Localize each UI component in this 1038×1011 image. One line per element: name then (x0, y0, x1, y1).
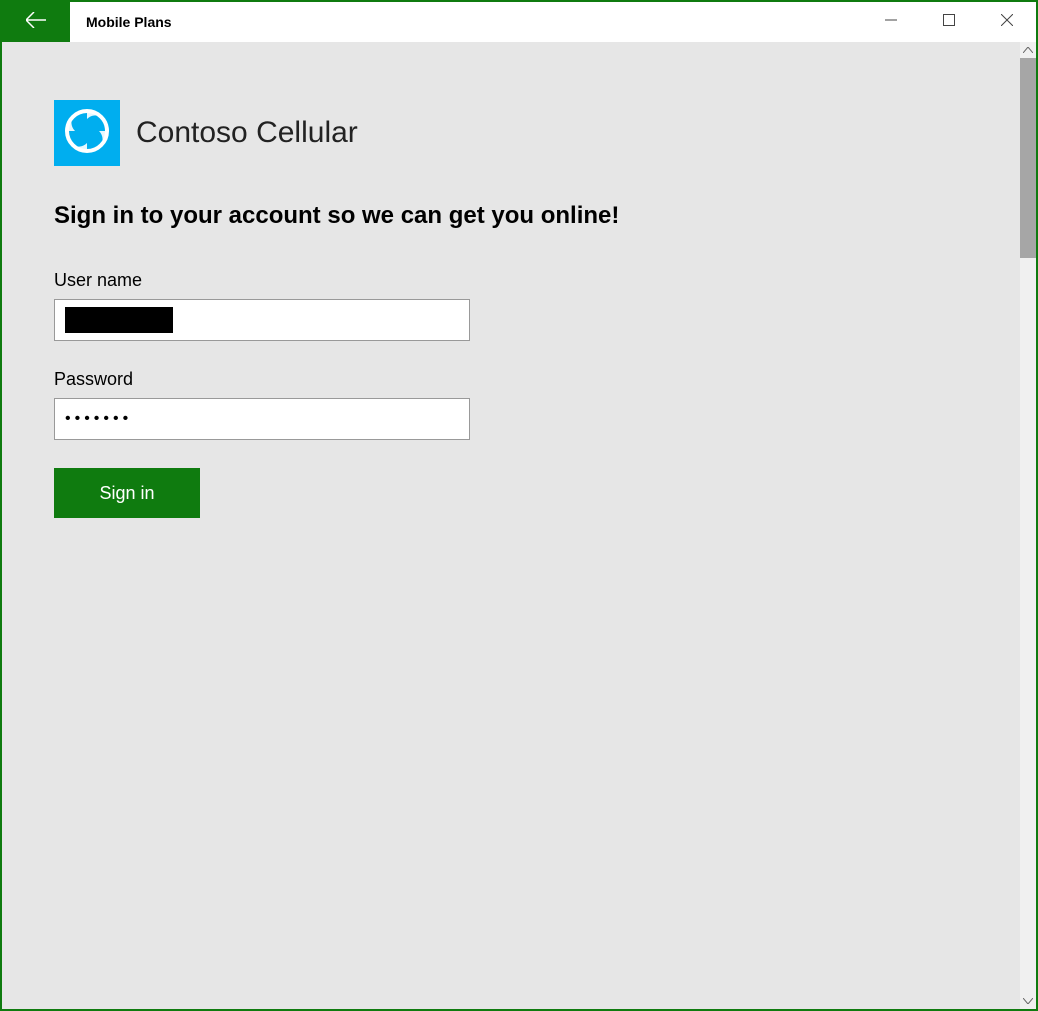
close-icon (1001, 13, 1013, 31)
scrollbar[interactable] (1020, 42, 1036, 1009)
window-controls (862, 2, 1036, 42)
content-wrapper: Contoso Cellular Sign in to your account… (2, 42, 1036, 1009)
page-headline: Sign in to your account so we can get yo… (54, 202, 968, 230)
password-input[interactable]: ••••••• (54, 398, 470, 440)
swirl-logo-icon (62, 106, 112, 161)
brand-name: Contoso Cellular (136, 116, 358, 150)
username-input[interactable] (54, 299, 470, 341)
chevron-down-icon (1023, 996, 1033, 1007)
close-button[interactable] (978, 2, 1036, 42)
maximize-icon (943, 13, 955, 31)
app-title: Mobile Plans (70, 2, 172, 42)
minimize-button[interactable] (862, 2, 920, 42)
back-arrow-icon (26, 12, 46, 33)
scroll-thumb[interactable] (1020, 58, 1036, 258)
app-window: Mobile Plans (0, 0, 1038, 1011)
password-value: ••••••• (65, 410, 132, 428)
password-label: Password (54, 369, 968, 390)
username-label: User name (54, 270, 968, 291)
titlebar-spacer (172, 2, 862, 42)
scroll-up-button[interactable] (1020, 42, 1036, 58)
username-redacted-value (65, 307, 173, 333)
brand-logo (54, 100, 120, 166)
brand-row: Contoso Cellular (54, 100, 968, 166)
back-button[interactable] (2, 2, 70, 42)
signin-button[interactable]: Sign in (54, 468, 200, 518)
content-area: Contoso Cellular Sign in to your account… (2, 42, 1020, 1009)
chevron-up-icon (1023, 45, 1033, 56)
maximize-button[interactable] (920, 2, 978, 42)
minimize-icon (885, 13, 897, 31)
scroll-track[interactable] (1020, 58, 1036, 993)
titlebar: Mobile Plans (2, 2, 1036, 42)
scroll-down-button[interactable] (1020, 993, 1036, 1009)
